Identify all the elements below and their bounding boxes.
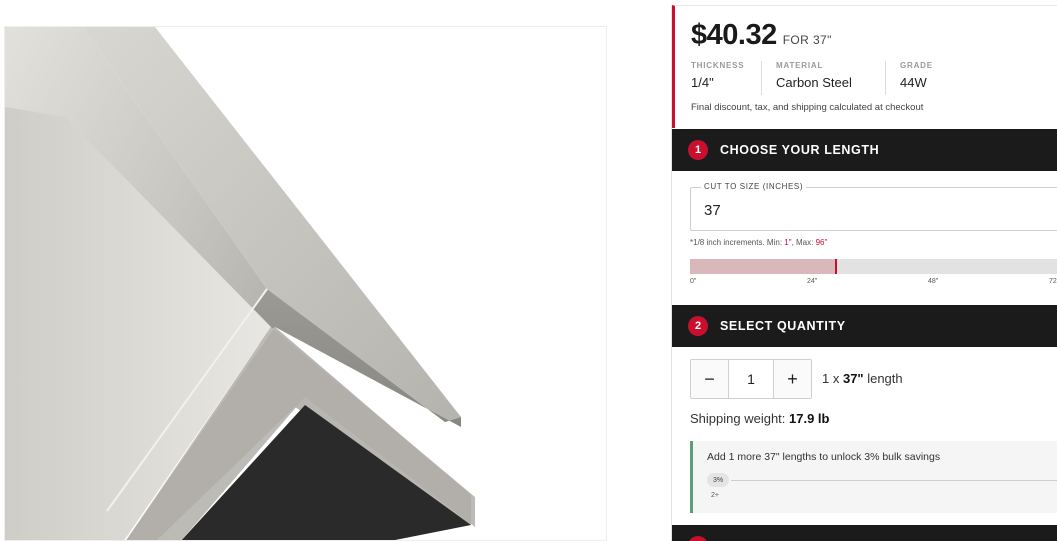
shipping-weight-value: 17.9 lb — [789, 411, 830, 426]
max-length: 96" — [815, 238, 828, 247]
spec-thickness: THICKNESS 1/4" — [691, 61, 762, 95]
spec-value: 44W — [900, 75, 927, 90]
decrease-quantity-button[interactable]: − — [691, 360, 729, 398]
bulk-savings-text: Add 1 more 37" lengths to unlock 3% bulk… — [707, 451, 941, 463]
spec-label: GRADE — [900, 61, 933, 70]
slider-handle[interactable] — [835, 259, 838, 274]
checkout-note: Final discount, tax, and shipping calcul… — [691, 102, 924, 113]
slider-fill — [690, 259, 837, 274]
spec-list: THICKNESS 1/4" MATERIAL Carbon Steel GRA… — [691, 61, 963, 95]
shipping-weight-label: Shipping weight: — [690, 411, 790, 426]
price-summary: $40.32 FOR 37" THICKNESS 1/4" MATERIAL Ca… — [672, 5, 1057, 128]
step-number-badge — [688, 536, 708, 541]
product-image[interactable] — [4, 26, 607, 541]
section-title: SELECT QUANTITY — [720, 319, 846, 333]
slider-tick: 24" — [807, 278, 818, 285]
length-input[interactable]: CUT TO SIZE (INCHES) 37 — [690, 182, 1057, 231]
price-amount: $40.32 — [691, 19, 777, 51]
qty-desc-suffix: length — [863, 371, 903, 386]
step-number-badge: 1 — [688, 140, 708, 160]
price-line: $40.32 FOR 37" — [691, 19, 832, 52]
slider-tick: 72 — [1049, 278, 1057, 285]
spec-material: MATERIAL Carbon Steel — [776, 61, 886, 95]
spec-label: THICKNESS — [691, 61, 745, 70]
steel-angle-photo — [5, 27, 475, 540]
section-header-length: 1 CHOOSE YOUR LENGTH — [672, 129, 1057, 171]
qty-desc-length: 37" — [842, 371, 864, 386]
product-config-panel: $40.32 FOR 37" THICKNESS 1/4" MATERIAL Ca… — [671, 5, 1057, 541]
section-title: CHOOSE YOUR LENGTH — [720, 143, 880, 157]
slider-tick: 48" — [928, 278, 939, 285]
increase-quantity-button[interactable]: + — [773, 360, 811, 398]
length-slider[interactable] — [690, 259, 1057, 274]
quantity-description: 1 x 37" length — [822, 371, 903, 386]
step-number-badge: 2 — [688, 316, 708, 336]
increment-note-prefix: *1/8 inch increments. Min: — [690, 238, 785, 247]
product-page: $40.32 FOR 37" THICKNESS 1/4" MATERIAL Ca… — [0, 0, 1057, 541]
section-header-quantity: 2 SELECT QUANTITY — [672, 305, 1057, 347]
min-length: 1" — [784, 238, 792, 247]
quantity-input[interactable]: 1 — [729, 360, 773, 398]
shipping-weight: Shipping weight: 17.9 lb — [690, 411, 829, 426]
length-input-label: CUT TO SIZE (INCHES) — [701, 182, 807, 191]
qty-desc-prefix: 1 x — [822, 371, 843, 386]
increment-note-mid: , Max: — [791, 238, 816, 247]
bulk-progress-track — [731, 480, 1057, 481]
bulk-tier-label: 2+ — [711, 492, 719, 499]
slider-ticks: 0" 24" 48" 72 — [690, 278, 1057, 288]
spec-value: Carbon Steel — [776, 75, 852, 90]
bulk-discount-pill: 3% — [707, 473, 729, 487]
spec-value: 1/4" — [691, 75, 714, 90]
slider-tick: 0" — [690, 278, 697, 285]
bulk-savings-banner: Add 1 more 37" lengths to unlock 3% bulk… — [690, 441, 1057, 513]
spec-grade: GRADE 44W — [900, 61, 949, 95]
price-for-label: FOR 37" — [782, 33, 832, 47]
quantity-stepper: − 1 + — [690, 359, 812, 399]
increment-note: *1/8 inch increments. Min: 1", Max: 96" — [690, 238, 827, 247]
section-header-next — [672, 525, 1057, 541]
length-input-value[interactable]: 37 — [704, 202, 721, 219]
spec-label: MATERIAL — [776, 61, 824, 70]
